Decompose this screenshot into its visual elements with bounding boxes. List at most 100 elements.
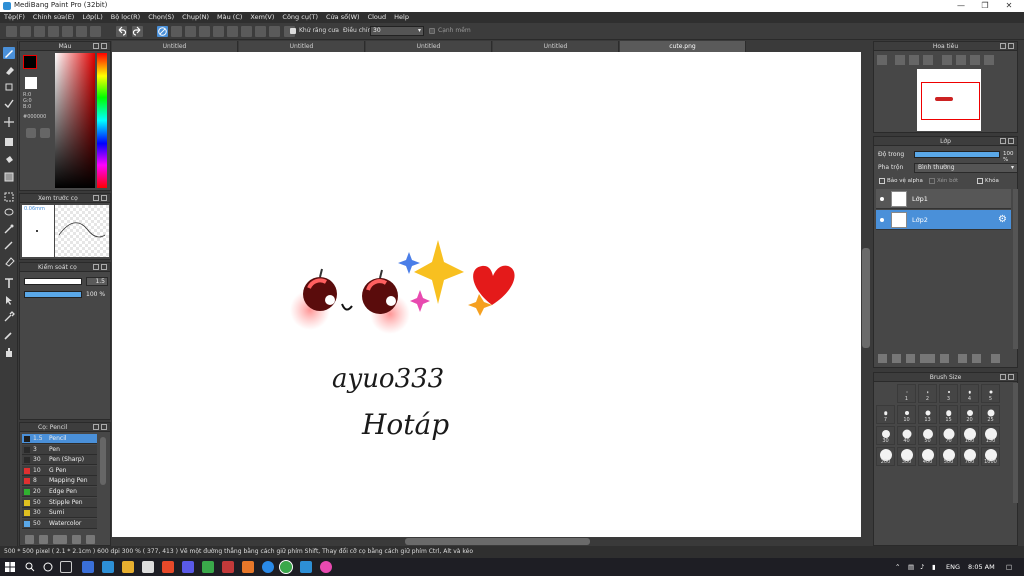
zoom-in-icon[interactable] — [877, 55, 887, 65]
app-icon-5[interactable] — [182, 561, 194, 573]
brush-size-cell[interactable]: 40 — [897, 426, 916, 445]
layer-folder-icon[interactable] — [940, 354, 949, 363]
menu-select[interactable]: Chọn(S) — [144, 12, 178, 23]
lock-checkbox[interactable] — [977, 178, 983, 184]
brush-size-cell[interactable]: 400 — [918, 447, 937, 466]
gear-icon[interactable] — [255, 26, 266, 37]
menu-help[interactable]: Help — [390, 12, 413, 23]
visibility-icon[interactable] — [880, 218, 884, 222]
actual-size-icon[interactable] — [923, 55, 933, 65]
brush-size-cell[interactable]: 500 — [939, 447, 958, 466]
undo-icon[interactable] — [116, 26, 127, 37]
brush-row-8[interactable]: 30 Sumi — [22, 508, 97, 519]
fill-rect-tool-icon[interactable] — [3, 136, 15, 148]
brush-size-cell[interactable]: 3 — [939, 384, 958, 403]
drawing-canvas[interactable]: ayuo333 Hotáp — [112, 52, 861, 537]
text-tool-icon[interactable] — [3, 277, 15, 289]
select-tool-icon[interactable] — [3, 191, 15, 203]
move-tool-icon[interactable] — [3, 116, 15, 128]
adjust-select[interactable]: 30 ▾ — [370, 26, 424, 36]
polygon-icon[interactable] — [241, 26, 252, 37]
brush-row-6[interactable]: 20 Edge Pen — [22, 487, 97, 497]
gear-icon[interactable]: ⚙ — [998, 214, 1007, 225]
magic-wand-tool-icon[interactable] — [3, 223, 15, 235]
app-icon-2[interactable] — [102, 561, 114, 573]
pen-tool-icon[interactable] — [3, 47, 15, 59]
brush-size-cell[interactable]: 30 — [876, 426, 895, 445]
close-button[interactable]: ✕ — [998, 0, 1020, 12]
menu-edit[interactable]: Chỉnh sửa(E) — [29, 12, 78, 23]
cloud-icon[interactable] — [20, 26, 31, 37]
layer-row-2[interactable]: Lớp2 ⚙ — [876, 210, 1011, 230]
brush-size-cell[interactable]: 4 — [960, 384, 979, 403]
reset-rotation-icon[interactable] — [984, 55, 994, 65]
chrome-icon[interactable] — [279, 560, 293, 574]
menu-filter[interactable]: Bộ lọc(R) — [107, 12, 144, 23]
eyedropper-tool-icon[interactable] — [3, 311, 15, 323]
saturation-value-picker[interactable] — [55, 53, 95, 188]
palette-icon[interactable] — [26, 128, 36, 138]
fit-icon[interactable] — [909, 55, 919, 65]
brush-size-cell[interactable]: 13 — [918, 405, 937, 424]
medibang-taskbar-icon[interactable] — [300, 561, 312, 573]
app-icon-8[interactable] — [242, 561, 254, 573]
rotate-right-icon[interactable] — [970, 55, 980, 65]
volume-icon[interactable]: ♪ — [920, 563, 924, 571]
brush-size-cell[interactable]: 700 — [960, 447, 979, 466]
operation-tool-icon[interactable] — [3, 294, 15, 306]
brush-row-2[interactable]: 3 Pen — [22, 444, 97, 455]
menu-window[interactable]: Cửa sổ(W) — [322, 12, 364, 23]
add-brush-icon[interactable] — [39, 535, 48, 544]
menu-file[interactable]: Tệp(F) — [0, 12, 29, 23]
tab-cute-png[interactable]: cute.png — [620, 41, 746, 52]
tab-untitled-4[interactable]: Untitled — [493, 41, 619, 52]
flip-icon[interactable] — [199, 26, 210, 37]
smooth-checkbox[interactable] — [429, 28, 435, 34]
app-icon-4[interactable] — [162, 561, 174, 573]
layer-opacity-slider[interactable] — [914, 151, 1000, 158]
canvas-vertical-scroll-thumb[interactable] — [862, 248, 870, 348]
eraser-tool-icon[interactable] — [3, 64, 15, 76]
dropper-tool-icon[interactable] — [3, 329, 15, 341]
snap-icon[interactable] — [269, 26, 280, 37]
clip-checkbox[interactable] — [929, 178, 935, 184]
app-icon-3[interactable] — [142, 561, 154, 573]
circle-select-icon[interactable] — [227, 26, 238, 37]
brush-size-scrollbar[interactable] — [1013, 383, 1018, 503]
brush-row-1[interactable]: 1.5 Pencil — [22, 434, 97, 444]
brush-row-4[interactable]: 10 G Pen — [22, 465, 97, 476]
transform-icon[interactable] — [213, 26, 224, 37]
windows-start-icon[interactable] — [4, 561, 16, 573]
layer-row-1[interactable]: Lớp1 — [876, 189, 1011, 209]
menu-tools[interactable]: Công cụ(T) — [278, 12, 322, 23]
file-explorer-icon[interactable] — [122, 561, 134, 573]
lasso-tool-icon[interactable] — [3, 207, 15, 219]
select-eraser-tool-icon[interactable] — [3, 255, 15, 267]
blend-select[interactable]: Bình thường ▾ — [914, 163, 1018, 173]
brush-size-cell[interactable]: 5 — [981, 384, 1000, 403]
tab-untitled-2[interactable]: Untitled — [239, 41, 365, 52]
new-file-icon[interactable] — [6, 26, 17, 37]
brush-size-cell[interactable]: 200 — [876, 447, 895, 466]
menu-view[interactable]: Xem(V) — [246, 12, 278, 23]
layer-list-scrollbar[interactable] — [1013, 189, 1018, 349]
merge-layer-icon[interactable] — [972, 354, 981, 363]
share-icon[interactable] — [90, 26, 101, 37]
brush-size-cell[interactable]: 1 — [897, 384, 916, 403]
menu-layer[interactable]: Lớp(L) — [78, 12, 106, 23]
tab-untitled-1[interactable]: Untitled — [112, 41, 238, 52]
brush-size-cell[interactable]: 2 — [918, 384, 937, 403]
invert-selection-icon[interactable] — [185, 26, 196, 37]
brush-size-cell[interactable]: 70 — [939, 426, 958, 445]
brush-size-cell[interactable]: 50 — [918, 426, 937, 445]
minimize-button[interactable]: — — [950, 0, 972, 12]
menu-capture[interactable]: Chụp(N) — [178, 12, 213, 23]
save-icon[interactable] — [48, 26, 59, 37]
clock[interactable]: 8:05 AM — [968, 563, 995, 571]
brush-list-scrollbar[interactable] — [100, 437, 106, 485]
brush-row-7[interactable]: 50 Stipple Pen — [22, 497, 97, 508]
open-icon[interactable] — [34, 26, 45, 37]
layer-menu-icon[interactable] — [920, 354, 935, 363]
brush-size-cell[interactable]: 100 — [960, 426, 979, 445]
delete-layer-icon[interactable] — [991, 354, 1000, 363]
